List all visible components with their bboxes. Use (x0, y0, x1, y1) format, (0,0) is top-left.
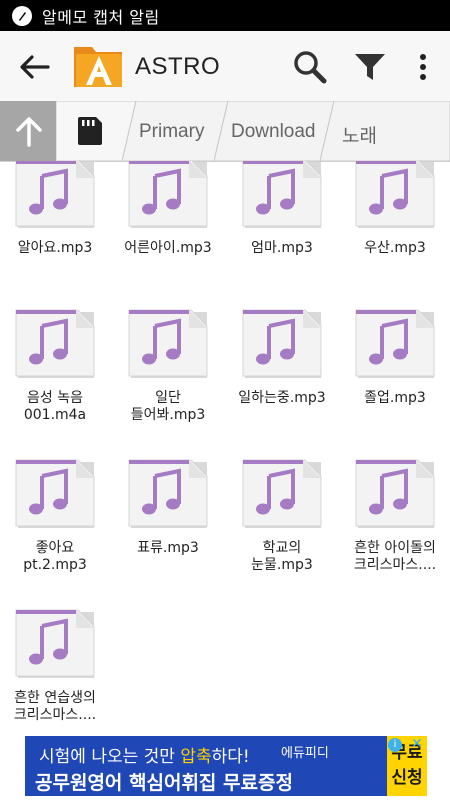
audio-file-icon (15, 309, 95, 378)
file-name: 흔한 연습생의 크리스마스.... (13, 690, 97, 723)
file-item[interactable]: 일하는중.mp3 (227, 298, 337, 438)
file-name: 졸업.mp3 (364, 390, 426, 406)
audio-file-icon (355, 459, 435, 528)
breadcrumb-label: 노래 (342, 126, 377, 147)
more-vert-icon[interactable] (413, 53, 433, 81)
file-name: 일단 들어봐.mp3 (130, 390, 206, 423)
file-item[interactable]: 흔한 연습생의 크리스마스.... (0, 598, 110, 731)
memo-app-icon (12, 5, 32, 26)
file-name: 어른아이.mp3 (124, 240, 212, 256)
up-directory-button[interactable] (0, 101, 58, 161)
file-name: 우산.mp3 (364, 240, 426, 256)
audio-file-icon (355, 161, 435, 228)
ad-info-icon[interactable]: i (388, 738, 402, 752)
file-item[interactable]: 어른아이.mp3 (113, 161, 223, 288)
notification-title: 알메모 캡처 알림 (42, 7, 160, 27)
file-item[interactable]: 흔한 아이돌의 크리스마스.... (340, 448, 450, 588)
back-arrow-icon[interactable] (18, 53, 50, 81)
file-item[interactable]: 좋아요 pt.2.mp3 (0, 448, 110, 588)
ad-banner-image[interactable]: 시험에 나오는 것만 압축하다! 에듀피디 공무원영어 핵심어휘집 무료증정 무… (25, 736, 427, 796)
arrow-up-icon (16, 117, 42, 147)
audio-file-icon (128, 309, 208, 378)
app-bar: ASTRO (0, 31, 450, 102)
file-item[interactable]: 우산.mp3 (340, 161, 450, 288)
audio-file-icon (15, 459, 95, 528)
file-name: 일하는중.mp3 (238, 390, 326, 406)
file-item[interactable]: 음성 녹음 001.m4a (0, 298, 110, 438)
status-bar: 알메모 캡처 알림 (0, 0, 450, 31)
audio-file-icon (242, 459, 322, 528)
audio-file-icon (242, 309, 322, 378)
ad-brand: 에듀피디 (281, 746, 329, 761)
breadcrumb-label: Primary (139, 121, 205, 142)
audio-file-icon (15, 161, 95, 228)
breadcrumb-download[interactable]: Download (214, 101, 334, 161)
breadcrumb-primary[interactable]: Primary (122, 101, 228, 161)
breadcrumb: Primary Download 노래 (0, 101, 450, 162)
audio-file-icon (242, 161, 322, 228)
file-grid: 알아요.mp3 어른아이.mp3 엄마.mp3 우산.mp3 음성 녹음 001.m4a 일… (0, 161, 450, 731)
file-item[interactable]: 표류.mp3 (113, 448, 223, 588)
ad-subline: 공무원영어 핵심어휘집 무료증정 (35, 772, 293, 794)
file-item[interactable]: 일단 들어봐.mp3 (113, 298, 223, 438)
search-icon[interactable] (293, 50, 327, 84)
file-name: 엄마.mp3 (251, 240, 313, 256)
file-name: 흔한 아이돌의 크리스마스.... (353, 540, 437, 573)
filter-icon[interactable] (354, 52, 386, 82)
file-item[interactable]: 학교의 눈물.mp3 (227, 448, 337, 588)
audio-file-icon (128, 161, 208, 228)
breadcrumb-label: Download (231, 121, 316, 142)
file-item[interactable]: 알아요.mp3 (0, 161, 110, 288)
breadcrumb-current[interactable]: 노래 (320, 101, 450, 161)
file-name: 좋아요 pt.2.mp3 (23, 540, 87, 573)
file-name: 표류.mp3 (137, 540, 199, 556)
file-name: 알아요.mp3 (17, 240, 93, 256)
file-item[interactable]: 졸업.mp3 (340, 298, 450, 438)
ad-banner[interactable]: 시험에 나오는 것만 압축하다! 에듀피디 공무원영어 핵심어휘집 무료증정 무… (0, 731, 450, 800)
file-item[interactable]: 엄마.mp3 (227, 161, 337, 288)
ad-headline: 시험에 나오는 것만 압축하다! (39, 747, 250, 767)
audio-file-icon (128, 459, 208, 528)
file-name: 음성 녹음 001.m4a (23, 390, 87, 423)
sd-card-icon (78, 117, 102, 145)
audio-file-icon (15, 609, 95, 678)
astro-logo-icon (74, 47, 122, 87)
app-title: ASTRO (135, 53, 221, 80)
audio-file-icon (355, 309, 435, 378)
file-name: 학교의 눈물.mp3 (251, 540, 313, 573)
ad-close-icon[interactable]: ✕ (411, 736, 423, 752)
